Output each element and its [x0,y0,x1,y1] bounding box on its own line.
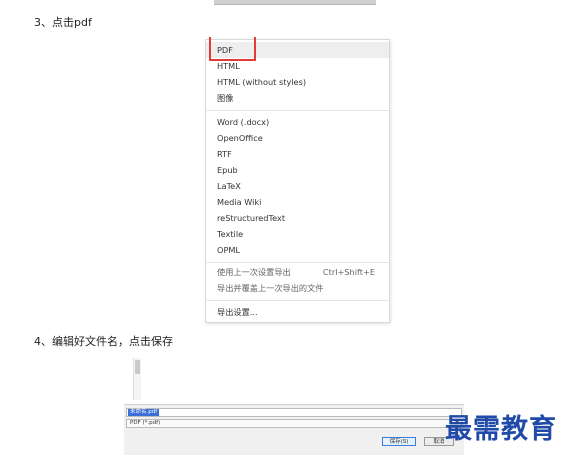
menu-separator [206,300,389,301]
menu-item-html[interactable]: HTML [217,59,240,73]
menu-item-openoffice[interactable]: OpenOffice [217,131,263,145]
filetype-value: PDF (*.pdf) [130,420,161,426]
watermark-logo: 最需教育 [445,414,557,445]
save-dialog: 未命名.pdf PDF (*.pdf) ▼ 保存(S) 取消 [124,404,464,455]
menu-separator [206,262,389,263]
menu-shortcut-label: Ctrl+Shift+E [322,267,375,277]
filename-selection: 未命名.pdf [128,409,160,416]
menu-item-html-without-styles[interactable]: HTML (without styles) [217,75,306,89]
menu-item-export-last-settings[interactable]: 使用上一次设置导出 [217,265,291,279]
scrollbar-thumb[interactable] [135,360,140,374]
menu-item-mediawiki[interactable]: Media Wiki [217,195,261,209]
menu-item-rtf[interactable]: RTF [217,147,232,161]
filename-input[interactable]: 未命名.pdf [126,408,462,417]
save-button[interactable]: 保存(S) [382,437,416,446]
export-menu: PDF HTML HTML (without styles) 图像 Word (… [205,39,390,323]
dialog-scrollbar[interactable] [133,358,141,400]
menu-item-opml[interactable]: OPML [217,243,240,257]
top-image-edge [214,0,376,5]
step-3-instruction: 3、点击pdf [34,16,92,29]
menu-separator [206,110,389,111]
menu-item-epub[interactable]: Epub [217,163,238,177]
step-4-instruction: 4、编辑好文件名，点击保存 [34,335,173,348]
menu-item-textile[interactable]: Textile [217,227,243,241]
menu-item-restructuredtext[interactable]: reStructuredText [217,211,285,225]
menu-item-image[interactable]: 图像 [217,91,233,105]
pdf-highlight-box [209,37,256,61]
menu-item-export-settings[interactable]: 导出设置... [217,305,258,319]
menu-item-export-overwrite[interactable]: 导出并覆盖上一次导出的文件 [217,281,323,295]
menu-item-word[interactable]: Word (.docx) [217,115,269,129]
menu-item-latex[interactable]: LaTeX [217,179,241,193]
filetype-select[interactable]: PDF (*.pdf) ▼ [126,419,462,428]
